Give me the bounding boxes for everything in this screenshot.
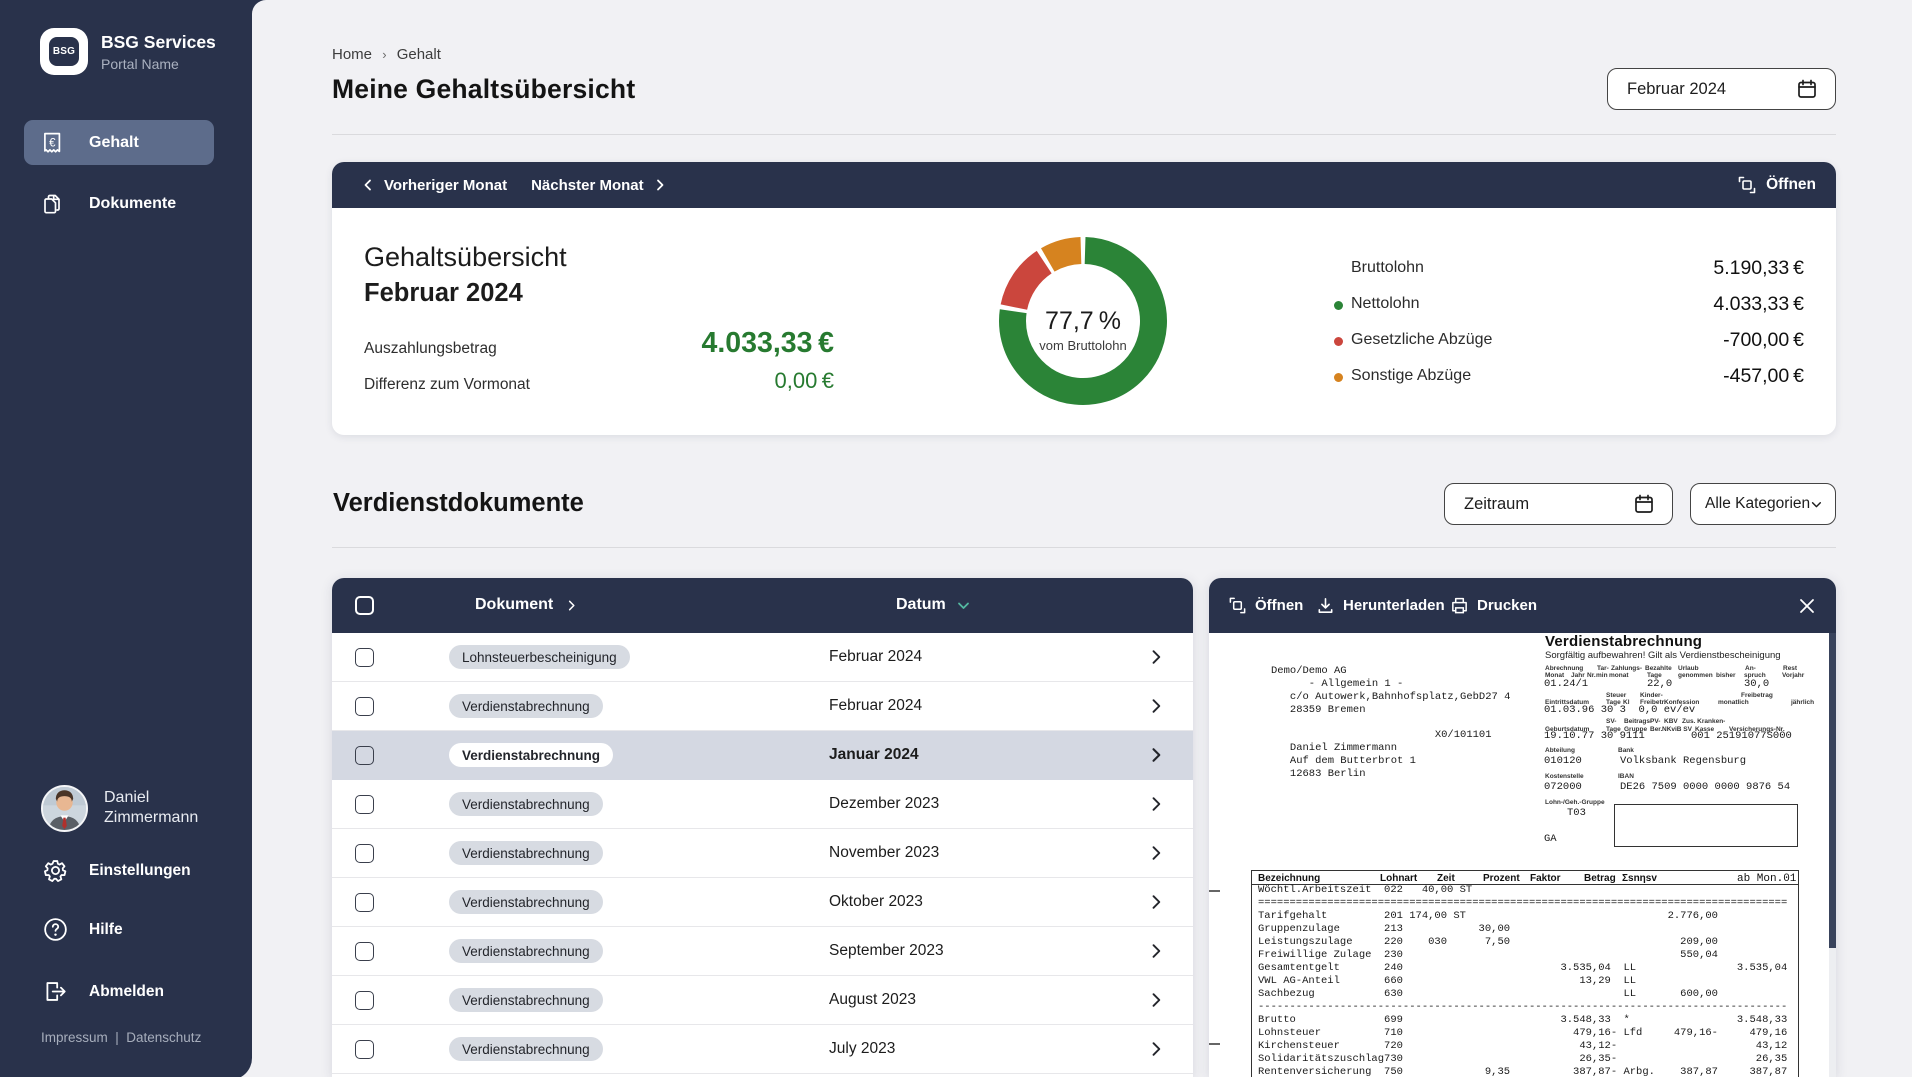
svg-text:€: € (49, 137, 56, 149)
